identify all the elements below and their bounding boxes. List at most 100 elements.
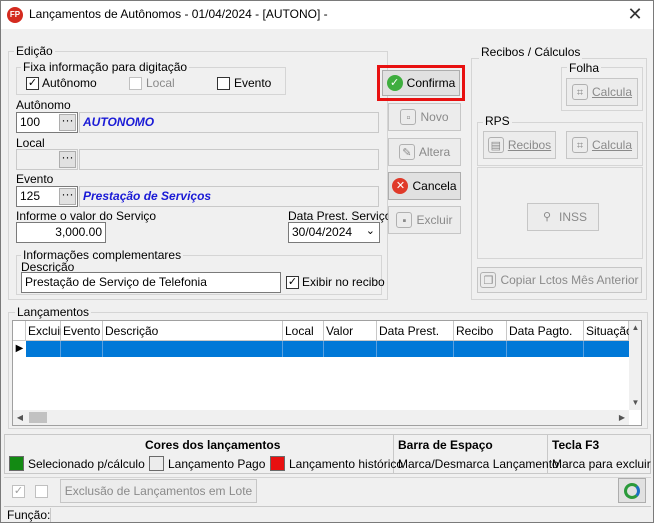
local-lookup-button[interactable]: ···: [59, 151, 76, 168]
legend-tecla-title: Tecla F3: [552, 438, 600, 452]
folha-group-label: Folha: [567, 61, 602, 75]
scroll-up-icon[interactable]: ▲: [629, 321, 641, 335]
col-header-valor[interactable]: Valor: [324, 321, 377, 341]
copy-icon: ❐: [480, 272, 497, 288]
grid-corner: [13, 321, 26, 341]
col-header-data-pagto[interactable]: Data Pagto.: [507, 321, 584, 341]
rps-calcula-label: Calcula: [591, 138, 633, 152]
funcao-label: Função:: [7, 508, 51, 522]
legend-historico-label: Lançamento histórico: [289, 457, 404, 471]
autonomo-label: Autônomo: [16, 98, 71, 112]
evento-label: Evento: [16, 172, 54, 186]
close-icon[interactable]: ✕: [625, 4, 645, 24]
evento-name-field: Prestação de Serviços: [79, 186, 379, 207]
recibos-group-label: Recibos / Cálculos: [479, 45, 583, 59]
data-prest-label: Data Prest. Serviço: [288, 209, 392, 223]
rps-recibos-label: Recibos: [507, 138, 552, 152]
descricao-input[interactable]: Prestação de Serviço de Telefonia: [21, 272, 281, 293]
window-title: Lançamentos de Autônomos - 01/04/2024 - …: [29, 7, 328, 21]
altera-button[interactable]: ✎ Altera: [388, 138, 461, 166]
vertical-scrollbar[interactable]: ▲ ▼: [629, 321, 641, 410]
confirma-button[interactable]: ✓ Confirma: [382, 70, 460, 96]
valor-label: Informe o valor do Serviço: [16, 209, 157, 223]
rps-calcula-button[interactable]: ⌗ Calcula: [566, 131, 638, 159]
novo-button[interactable]: ▫ Novo: [388, 103, 461, 131]
scroll-right-icon[interactable]: ▶: [615, 410, 629, 425]
select-all-checkbox[interactable]: ✓: [12, 485, 25, 498]
valor-input[interactable]: 3,000.00: [16, 222, 106, 243]
legend-pago-swatch: [149, 456, 164, 471]
col-header-recibo[interactable]: Recibo: [454, 321, 507, 341]
rps-recibos-button[interactable]: ▤ Recibos: [483, 131, 556, 159]
scroll-down-icon[interactable]: ▼: [629, 396, 641, 410]
data-prest-input[interactable]: 30/04/2024 ⌄: [288, 222, 380, 243]
lancamentos-group-label: Lançamentos: [15, 305, 92, 319]
check-circle-icon: ✓: [386, 75, 403, 91]
folha-calcula-label: Calcula: [591, 85, 633, 99]
lancamentos-grid[interactable]: Excluir Evento Descrição Local Valor Dat…: [12, 320, 642, 426]
autonomo-lookup-button[interactable]: ···: [59, 114, 76, 131]
scroll-thumb[interactable]: [29, 412, 47, 423]
copiar-button[interactable]: ❐ Copiar Lctos Mês Anterior: [477, 267, 642, 293]
delete-doc-icon: ▪: [396, 212, 413, 228]
new-doc-icon: ▫: [400, 109, 417, 125]
title-bar: FP Lançamentos de Autônomos - 01/04/2024…: [1, 1, 653, 29]
legend-tecla-text: Marca para excluir: [552, 457, 651, 471]
horizontal-scrollbar[interactable]: ◀ ▶: [13, 410, 629, 425]
deselect-all-checkbox[interactable]: [35, 485, 48, 498]
col-header-local[interactable]: Local: [283, 321, 324, 341]
fixa-autonomo-label: Autônomo: [42, 76, 97, 90]
app-action-button[interactable]: [618, 478, 646, 503]
col-header-data-prest[interactable]: Data Prest.: [377, 321, 454, 341]
fixa-local-checkbox[interactable]: [129, 77, 142, 90]
status-bar: [4, 506, 651, 522]
data-prest-value: 30/04/2024: [292, 225, 353, 239]
search-icon: ⚲: [542, 211, 552, 223]
altera-label: Altera: [418, 145, 451, 159]
autonomo-name-field: AUTONOMO: [79, 112, 379, 133]
novo-label: Novo: [420, 110, 449, 124]
local-label: Local: [16, 136, 45, 150]
legend-barra-text: Marca/Desmarca Lançamento: [398, 457, 559, 471]
main-window: FP Lançamentos de Autônomos - 01/04/2024…: [0, 0, 654, 523]
legend-barra-title: Barra de Espaço: [398, 438, 493, 452]
excluir-label: Excluir: [416, 213, 453, 227]
calculator-icon: ⌗: [571, 84, 588, 100]
fixa-evento-label: Evento: [234, 76, 272, 90]
cancel-icon: ✕: [392, 178, 409, 194]
confirma-label: Confirma: [406, 76, 456, 90]
excluir-button[interactable]: ▪ Excluir: [388, 206, 461, 234]
inss-button[interactable]: ⚲ INSS: [527, 203, 599, 231]
scroll-left-icon[interactable]: ◀: [13, 410, 27, 425]
col-header-descricao[interactable]: Descrição: [103, 321, 283, 341]
edicao-group-label: Edição: [14, 44, 55, 58]
receipt-icon: ▤: [487, 137, 504, 153]
table-row-selected[interactable]: [26, 341, 629, 357]
legend-cores-title: Cores dos lançamentos: [145, 438, 281, 452]
legend-selecionado-swatch: [9, 456, 24, 471]
row-marker: ▶: [15, 343, 24, 354]
col-header-situacao[interactable]: Situação: [584, 321, 633, 341]
legend-selecionado-label: Selecionado p/cálculo: [28, 457, 145, 471]
local-name-field: [79, 149, 379, 170]
fixa-autonomo-checkbox[interactable]: ✓: [26, 77, 39, 90]
legend-pago-label: Lançamento Pago: [168, 457, 266, 471]
col-header-evento[interactable]: Evento: [61, 321, 103, 341]
cancela-button[interactable]: ✕ Cancela: [388, 172, 461, 200]
inss-label: INSS: [558, 210, 587, 224]
folha-calcula-button[interactable]: ⌗ Calcula: [566, 78, 638, 106]
col-header-excluir[interactable]: Excluir: [26, 321, 64, 341]
fixa-local-label: Local: [146, 76, 175, 90]
copiar-label: Copiar Lctos Mês Anterior: [500, 273, 639, 287]
exclusao-lote-button[interactable]: Exclusão de Lançamentos em Lote: [60, 479, 257, 503]
fixa-evento-checkbox[interactable]: [217, 77, 230, 90]
fixa-group-label: Fixa informação para digitação: [21, 60, 190, 74]
exibir-recibo-label: Exibir no recibo: [302, 275, 385, 289]
chevron-down-icon[interactable]: ⌄: [366, 224, 375, 237]
exclusao-lote-label: Exclusão de Lançamentos em Lote: [64, 484, 253, 498]
refresh-logo-icon: [624, 482, 640, 499]
exibir-recibo-checkbox[interactable]: ✓: [286, 276, 299, 289]
rps-group-label: RPS: [483, 114, 512, 128]
evento-lookup-button[interactable]: ···: [59, 188, 76, 205]
cancela-label: Cancela: [412, 179, 457, 193]
